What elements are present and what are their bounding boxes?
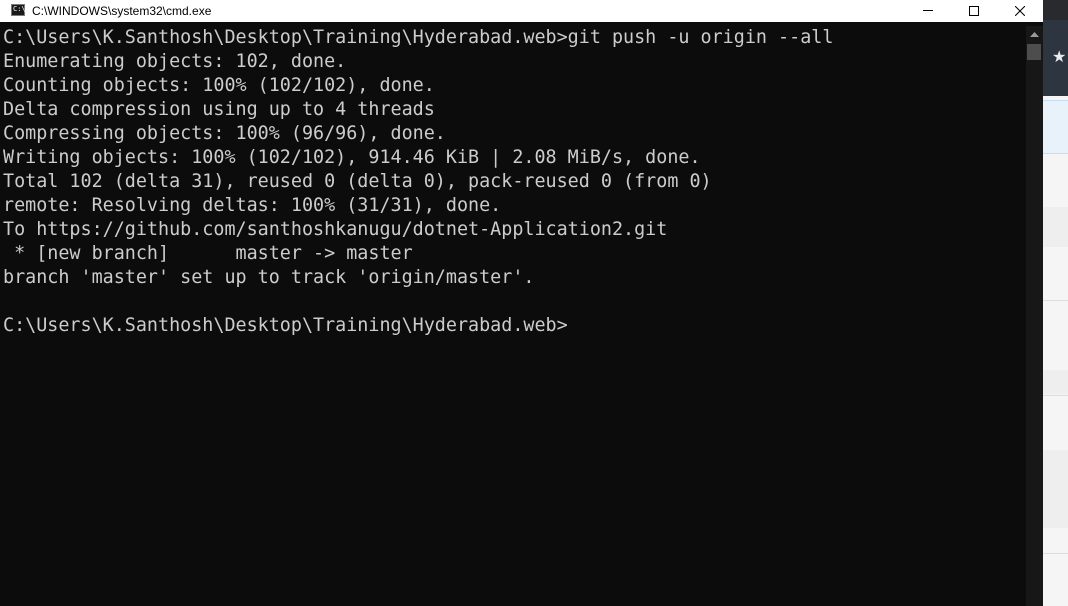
desktop: C:\ C:\WINDOWS\system32\cmd.exe C:\Users… [0,0,1068,606]
console-line: To https://github.com/santhoshkanugu/dot… [3,219,668,240]
scroll-thumb[interactable] [1027,44,1041,60]
minimize-button[interactable] [905,0,951,22]
minimize-icon [923,10,933,11]
browser-divider [1043,395,1068,396]
background-browser-window[interactable]: ★ [1043,0,1068,606]
scroll-up-button[interactable] [1026,26,1043,43]
window-title: C:\WINDOWS\system32\cmd.exe [32,4,212,18]
vertical-scrollbar[interactable] [1026,26,1043,606]
browser-divider [1043,300,1068,301]
console-line: Total 102 (delta 31), reused 0 (delta 0)… [3,171,712,192]
console-line: Enumerating objects: 102, done. [3,51,347,72]
browser-content-row [1043,370,1068,394]
console-line: C:\Users\K.Santhosh\Desktop\Training\Hyd… [3,27,834,48]
cmd-app-icon[interactable]: C:\ [11,4,26,16]
console-output[interactable]: C:\Users\K.Santhosh\Desktop\Training\Hyd… [0,26,1026,606]
title-bar[interactable]: C:\ C:\WINDOWS\system32\cmd.exe [0,0,1043,22]
cmd-app-icon-glyph: C:\ [13,5,26,13]
console-lines: C:\Users\K.Santhosh\Desktop\Training\Hyd… [0,26,1026,338]
browser-banner [1043,100,1068,154]
console-line: remote: Resolving deltas: 100% (31/31), … [3,195,502,216]
console-line: Counting objects: 100% (102/102), done. [3,75,435,96]
console-line: Writing objects: 100% (102/102), 914.46 … [3,147,701,168]
scroll-up-arrow-icon [1030,32,1039,37]
bookmark-star-icon[interactable]: ★ [1052,48,1066,66]
maximize-button[interactable] [951,0,997,22]
close-button[interactable] [997,0,1043,22]
console-line: Compressing objects: 100% (96/96), done. [3,123,446,144]
close-icon [1015,6,1025,16]
browser-toolbar: ★ [1043,20,1068,96]
console-line: Delta compression using up to 4 threads [3,99,435,120]
console-line: branch 'master' set up to track 'origin/… [3,267,535,288]
browser-content-row [1043,207,1068,247]
maximize-icon [969,6,979,16]
console-line: * [new branch] master -> master [3,243,413,264]
cmd-window[interactable]: C:\ C:\WINDOWS\system32\cmd.exe C:\Users… [0,0,1043,606]
browser-content-row [1043,450,1068,528]
console-prompt-line[interactable]: C:\Users\K.Santhosh\Desktop\Training\Hyd… [0,314,1026,338]
browser-divider [1043,553,1068,554]
